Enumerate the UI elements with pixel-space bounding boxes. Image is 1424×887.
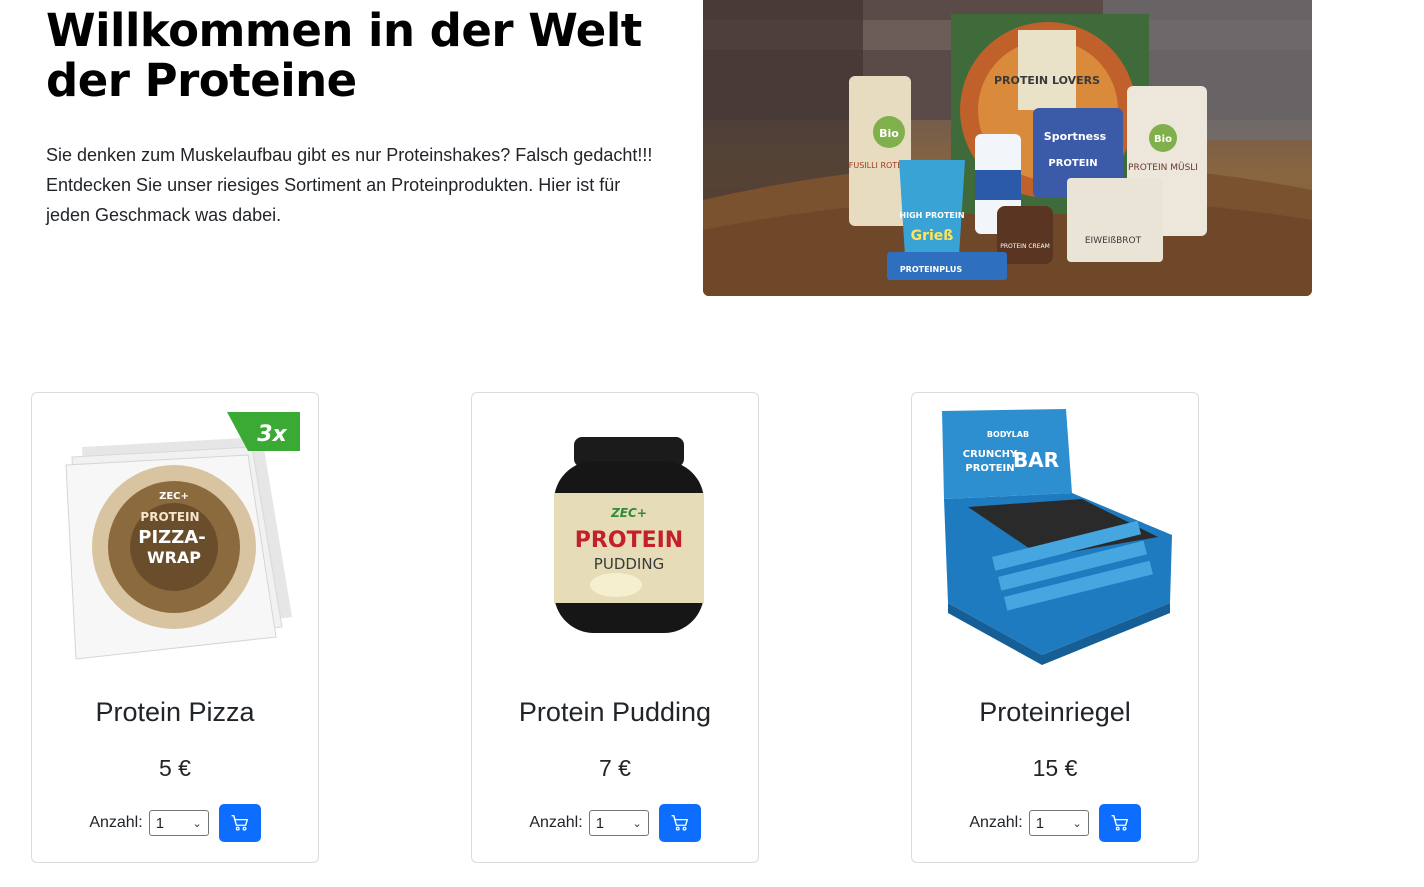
pack-line-3: WRAP [147, 548, 201, 567]
product-title: Proteinriegel [979, 697, 1131, 727]
product-card-pudding: ZEC+ PROTEIN PUDDING Protein Pudding 7 €… [471, 392, 759, 863]
pizza-label: PROTEIN LOVERS [994, 74, 1100, 87]
product-image: ZEC+ PROTEIN PUDDING [492, 407, 740, 677]
product-image: BODYLAB CRUNCHY PROTEIN BAR [932, 407, 1180, 677]
quantity-value: 1 [595, 814, 605, 832]
product-title: Protein Pudding [518, 697, 712, 727]
pack-line-1: PROTEIN [575, 528, 683, 553]
brand-label: ZEC+ [610, 506, 647, 520]
bio-label-1: Bio [879, 127, 899, 140]
quantity-value: 1 [155, 814, 165, 832]
pack-line-2: PROTEIN [965, 463, 1014, 474]
product-controls: Anzahl: 1 ⌄ [472, 804, 758, 842]
cart-icon [231, 815, 248, 831]
product-card-pizza: ZEC+ PROTEIN PIZZA- WRAP 3x Protein Pizz… [31, 392, 319, 863]
pack-line-1: PROTEIN [140, 510, 199, 524]
pack-line-2: PUDDING [594, 555, 664, 573]
quantity-select[interactable]: 1 ⌄ [1028, 810, 1089, 836]
hero-image: PROTEIN LOVERS Bio FUSILLI ROTE L Sportn… [703, 0, 1312, 296]
add-to-cart-button[interactable] [1098, 804, 1141, 842]
badge-3x: 3x [257, 422, 287, 447]
muesli-label: PROTEIN MÜSLI [1128, 162, 1198, 173]
proteinplus-label: PROTEINPLUS [900, 265, 963, 274]
brand-label: ZEC+ [159, 491, 189, 502]
pack-line-3: BAR [1013, 448, 1059, 472]
product-controls: Anzahl: 1 ⌄ [32, 804, 318, 842]
eiweissbrot-label: EIWEIßBROT [1085, 236, 1142, 246]
protein-cream-label: PROTEIN CREAM [1000, 243, 1050, 250]
add-to-cart-button[interactable] [658, 804, 701, 842]
pack-line-1: CRUNCHY [963, 449, 1018, 460]
hero-description: Sie denken zum Muskelaufbau gibt es nur … [46, 145, 653, 225]
product-price: 7 € [599, 755, 631, 781]
protein-label: PROTEIN [1048, 158, 1097, 169]
chevron-down-icon: ⌄ [192, 817, 202, 830]
product-price: 15 € [1032, 755, 1078, 781]
quantity-label: Anzahl: [529, 814, 583, 831]
bio-label-2: Bio [1154, 134, 1172, 145]
cart-icon [1111, 815, 1128, 831]
cart-icon [671, 815, 688, 831]
brand-label: BODYLAB [987, 430, 1029, 439]
quantity-label: Anzahl: [969, 814, 1023, 831]
product-card-bar: BODYLAB CRUNCHY PROTEIN BAR Proteinriege… [911, 392, 1199, 863]
quantity-select[interactable]: 1 ⌄ [588, 810, 649, 836]
sportness-label: Sportness [1044, 130, 1107, 143]
chevron-down-icon: ⌄ [1072, 817, 1082, 830]
quantity-value: 1 [1035, 814, 1045, 832]
griess-label: Grieß [911, 228, 954, 244]
product-title: Protein Pizza [95, 697, 255, 727]
high-protein-label: HIGH PROTEIN [899, 211, 964, 220]
quantity-select[interactable]: 1 ⌄ [148, 810, 209, 836]
pack-line-2: PIZZA- [138, 527, 205, 548]
product-image: ZEC+ PROTEIN PIZZA- WRAP 3x [52, 407, 300, 677]
product-controls: Anzahl: 1 ⌄ [912, 804, 1198, 842]
quantity-label: Anzahl: [89, 814, 143, 831]
chevron-down-icon: ⌄ [632, 817, 642, 830]
add-to-cart-button[interactable] [218, 804, 261, 842]
product-price: 5 € [159, 755, 191, 781]
page-title: Willkommen in der Welt der Proteine [46, 4, 642, 107]
